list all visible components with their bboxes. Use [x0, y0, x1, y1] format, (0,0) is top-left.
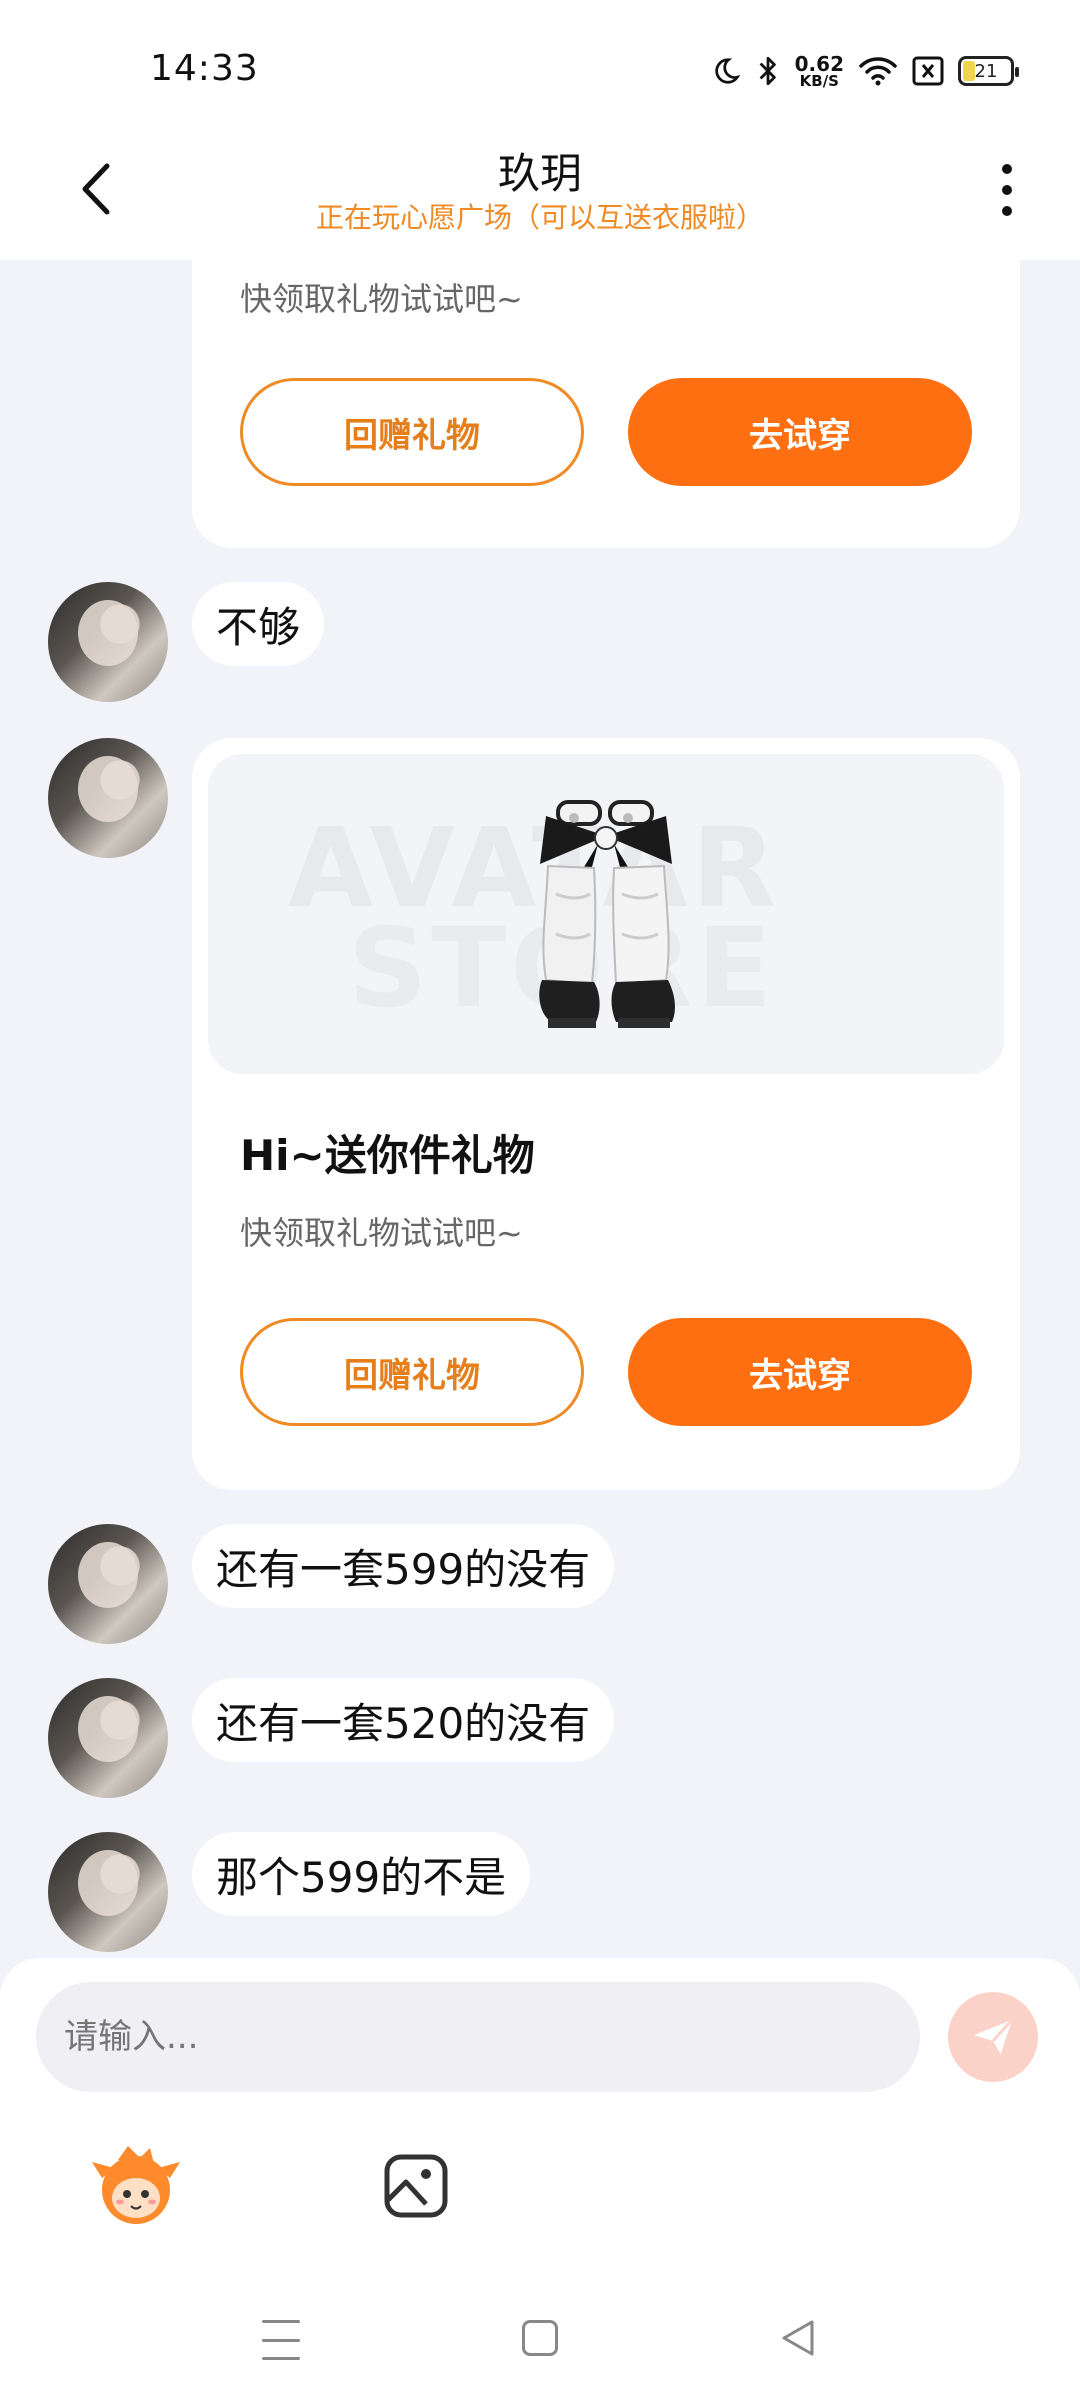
- status-icons: 0.62 KB/S 21: [711, 46, 1019, 96]
- message-input[interactable]: [36, 1982, 920, 2092]
- bluetooth-icon: [759, 56, 776, 86]
- sim-off-icon: [912, 56, 944, 86]
- more-vertical-icon: [1002, 164, 1012, 174]
- image-picker-button[interactable]: [368, 2138, 464, 2234]
- try-on-button[interactable]: 去试穿: [628, 1318, 972, 1426]
- more-options-button[interactable]: [992, 156, 1022, 224]
- system-nav-bar: [0, 2280, 1080, 2400]
- return-gift-button[interactable]: 回赠礼物: [240, 1318, 584, 1426]
- wifi-icon: [859, 57, 897, 86]
- chat-header: 玖玥 正在玩心愿广场（可以互送衣服啦）: [0, 130, 1080, 260]
- boots-image: [539, 800, 675, 1028]
- mascot-icon: [92, 2146, 180, 2224]
- try-on-button[interactable]: 去试穿: [628, 378, 972, 486]
- avatar[interactable]: [48, 738, 168, 858]
- message-bubble: 那个599的不是: [192, 1832, 531, 1916]
- avatar[interactable]: [48, 1524, 168, 1644]
- status-time: 14:33: [150, 48, 259, 89]
- mascot-emoji-button[interactable]: [88, 2138, 184, 2234]
- message-list[interactable]: 快领取礼物试试吧~ 回赠礼物 去试穿 不够 AVATAR STORE: [0, 260, 1080, 1960]
- network-speed-unit: KB/S: [799, 71, 839, 90]
- back-triangle-icon[interactable]: [778, 2318, 818, 2358]
- message-bubble: 还有一套599的没有: [192, 1524, 615, 1608]
- network-speed-value: 0.62: [794, 51, 844, 76]
- message-bubble: 还有一套520的没有: [192, 1678, 615, 1762]
- message-bubble: 不够: [192, 582, 325, 666]
- return-gift-button[interactable]: 回赠礼物: [240, 378, 584, 486]
- gift-card[interactable]: AVATAR STORE: [192, 738, 1020, 1490]
- image-icon: [384, 2154, 448, 2218]
- contact-status: 正在玩心愿广场（可以互送衣服啦）: [315, 201, 764, 234]
- status-bar: 14:33 0.62 KB/S 21: [0, 0, 1080, 130]
- gift-card-subtitle: 快领取礼物试试吧~: [240, 1214, 523, 1252]
- avatar[interactable]: [48, 582, 168, 702]
- battery-icon: 21: [958, 56, 1019, 86]
- battery-level: 21: [974, 60, 998, 82]
- contact-name: 玖玥: [497, 149, 582, 198]
- home-button[interactable]: [522, 2320, 558, 2356]
- avatar[interactable]: [48, 1678, 168, 1798]
- gift-card: 快领取礼物试试吧~ 回赠礼物 去试穿: [192, 260, 1020, 548]
- recent-apps-button[interactable]: [262, 2320, 300, 2360]
- network-speed: 0.62 KB/S: [795, 54, 844, 89]
- send-button[interactable]: [948, 1992, 1038, 2082]
- gift-image[interactable]: AVATAR STORE: [208, 754, 1004, 1074]
- avatar[interactable]: [48, 1832, 168, 1952]
- send-icon: [973, 2018, 1014, 2055]
- moon-icon: [714, 58, 741, 84]
- gift-card-subtitle: 快领取礼物试试吧~: [240, 280, 523, 318]
- gift-card-title: Hi~送你件礼物: [240, 1131, 535, 1180]
